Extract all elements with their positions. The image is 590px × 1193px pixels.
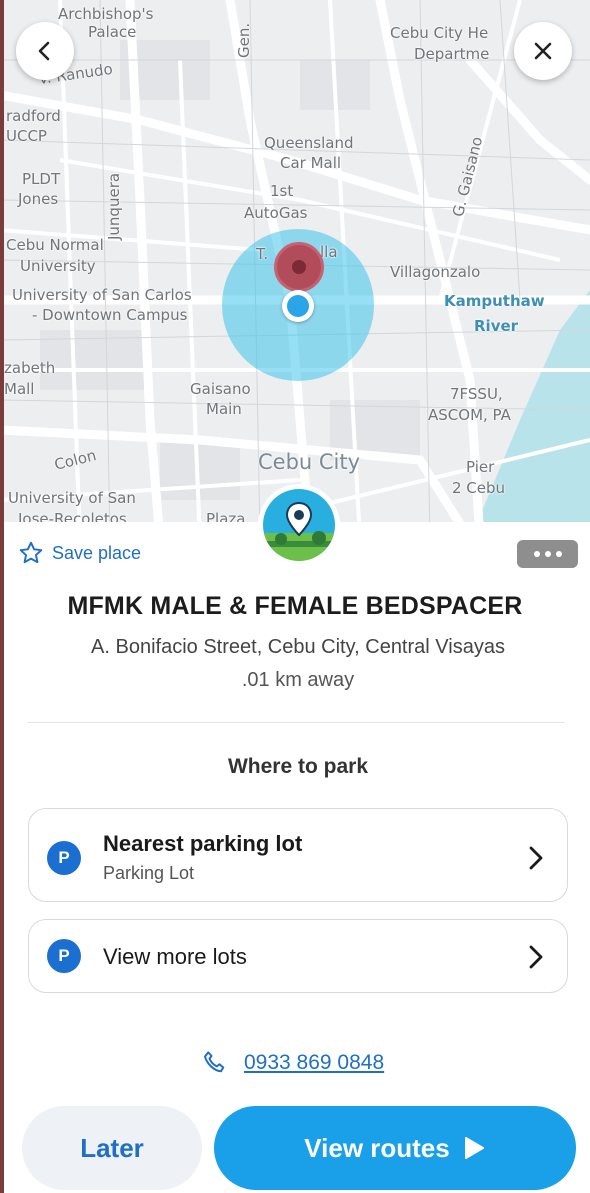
map-label: Gaisano [190, 380, 251, 398]
lot-title: View more lots [103, 944, 247, 969]
more-options-button[interactable] [517, 540, 578, 568]
map-label: Villagonzalo [390, 263, 481, 281]
lot-subtitle: Parking Lot [103, 863, 195, 883]
map-label: 1st [270, 182, 294, 200]
map-label: Queensland [264, 134, 354, 152]
view-routes-button[interactable]: View routes [214, 1106, 576, 1190]
current-location-icon [282, 290, 314, 322]
map-label: UCCP [6, 127, 47, 145]
save-place-button[interactable]: Save place [18, 540, 141, 566]
place-category-badge [258, 484, 340, 566]
map-label: 2 Cebu [452, 479, 506, 497]
map-label: PLDT [22, 170, 61, 188]
map-label: Jones [18, 190, 59, 208]
map-label: Gen. [235, 22, 253, 58]
back-button[interactable] [16, 22, 74, 80]
map-label: University of San [8, 489, 136, 507]
where-to-park-heading: Where to park [227, 755, 369, 778]
map-label: - Downtown Campus [32, 306, 188, 324]
map-label: Kamputhaw [444, 292, 545, 310]
map-label: AutoGas [244, 204, 308, 222]
parking-icon: P [47, 841, 81, 875]
map-label: Mall [4, 380, 35, 398]
map-label: Palace [88, 23, 137, 41]
ellipsis-icon [533, 551, 540, 557]
play-arrow-icon [464, 1137, 484, 1159]
save-place-label: Save place [52, 542, 142, 563]
destination-pin-dot [292, 260, 306, 274]
lot-title: Nearest parking lot [103, 831, 303, 856]
map-label: ASCOM, PA [428, 406, 511, 424]
chevron-right-icon [529, 846, 543, 870]
map-label: radford [6, 107, 61, 125]
nearest-parking-lot-card[interactable]: P Nearest parking lot Parking Lot [28, 808, 568, 902]
map-label: Departme [414, 45, 490, 63]
map-label: University [20, 257, 96, 275]
view-more-lots-card[interactable]: P View more lots [28, 919, 568, 993]
phone-number: 0933 869 0848 [244, 1051, 385, 1074]
map-label: University of San Carlos [12, 286, 192, 304]
phone-icon [204, 1051, 225, 1073]
map-label: Cebu City He [390, 24, 489, 42]
window-edge [0, 0, 4, 1193]
map-label: Pier [466, 458, 495, 476]
parking-icon: P [47, 939, 81, 973]
divider [28, 722, 564, 723]
phone-link[interactable]: 0933 869 0848 [200, 1048, 384, 1078]
place-distance: .01 km away [241, 669, 355, 691]
map-label: Cebu Normal [6, 236, 104, 254]
map-label: River [474, 317, 519, 335]
map-pin-illustration-icon [263, 501, 335, 561]
map-label: zabeth [4, 359, 56, 377]
view-routes-label: View routes [304, 1132, 450, 1163]
place-title: MFMK MALE & FEMALE BEDSPACER [67, 592, 523, 620]
map-label: Main [206, 400, 242, 418]
close-icon [534, 42, 552, 60]
map-label: Cebu City [258, 450, 361, 474]
close-button[interactable] [514, 22, 572, 80]
chevron-right-icon [529, 945, 543, 969]
map-label: 7FSSU, [450, 385, 503, 403]
map-label: Car Mall [280, 154, 342, 172]
place-address: A. Bonifacio Street, Cebu City, Central … [91, 636, 505, 658]
map-label: Junquera [105, 172, 123, 240]
map-label: Archbishop's [58, 5, 154, 23]
star-outline-icon [19, 541, 43, 564]
chevron-left-icon [38, 41, 50, 61]
map-label: T. [256, 245, 269, 263]
later-button[interactable]: Later [22, 1106, 202, 1190]
map-view[interactable]: Archbishop's Palace V. Ranudo Gen. Cebu … [0, 0, 590, 540]
